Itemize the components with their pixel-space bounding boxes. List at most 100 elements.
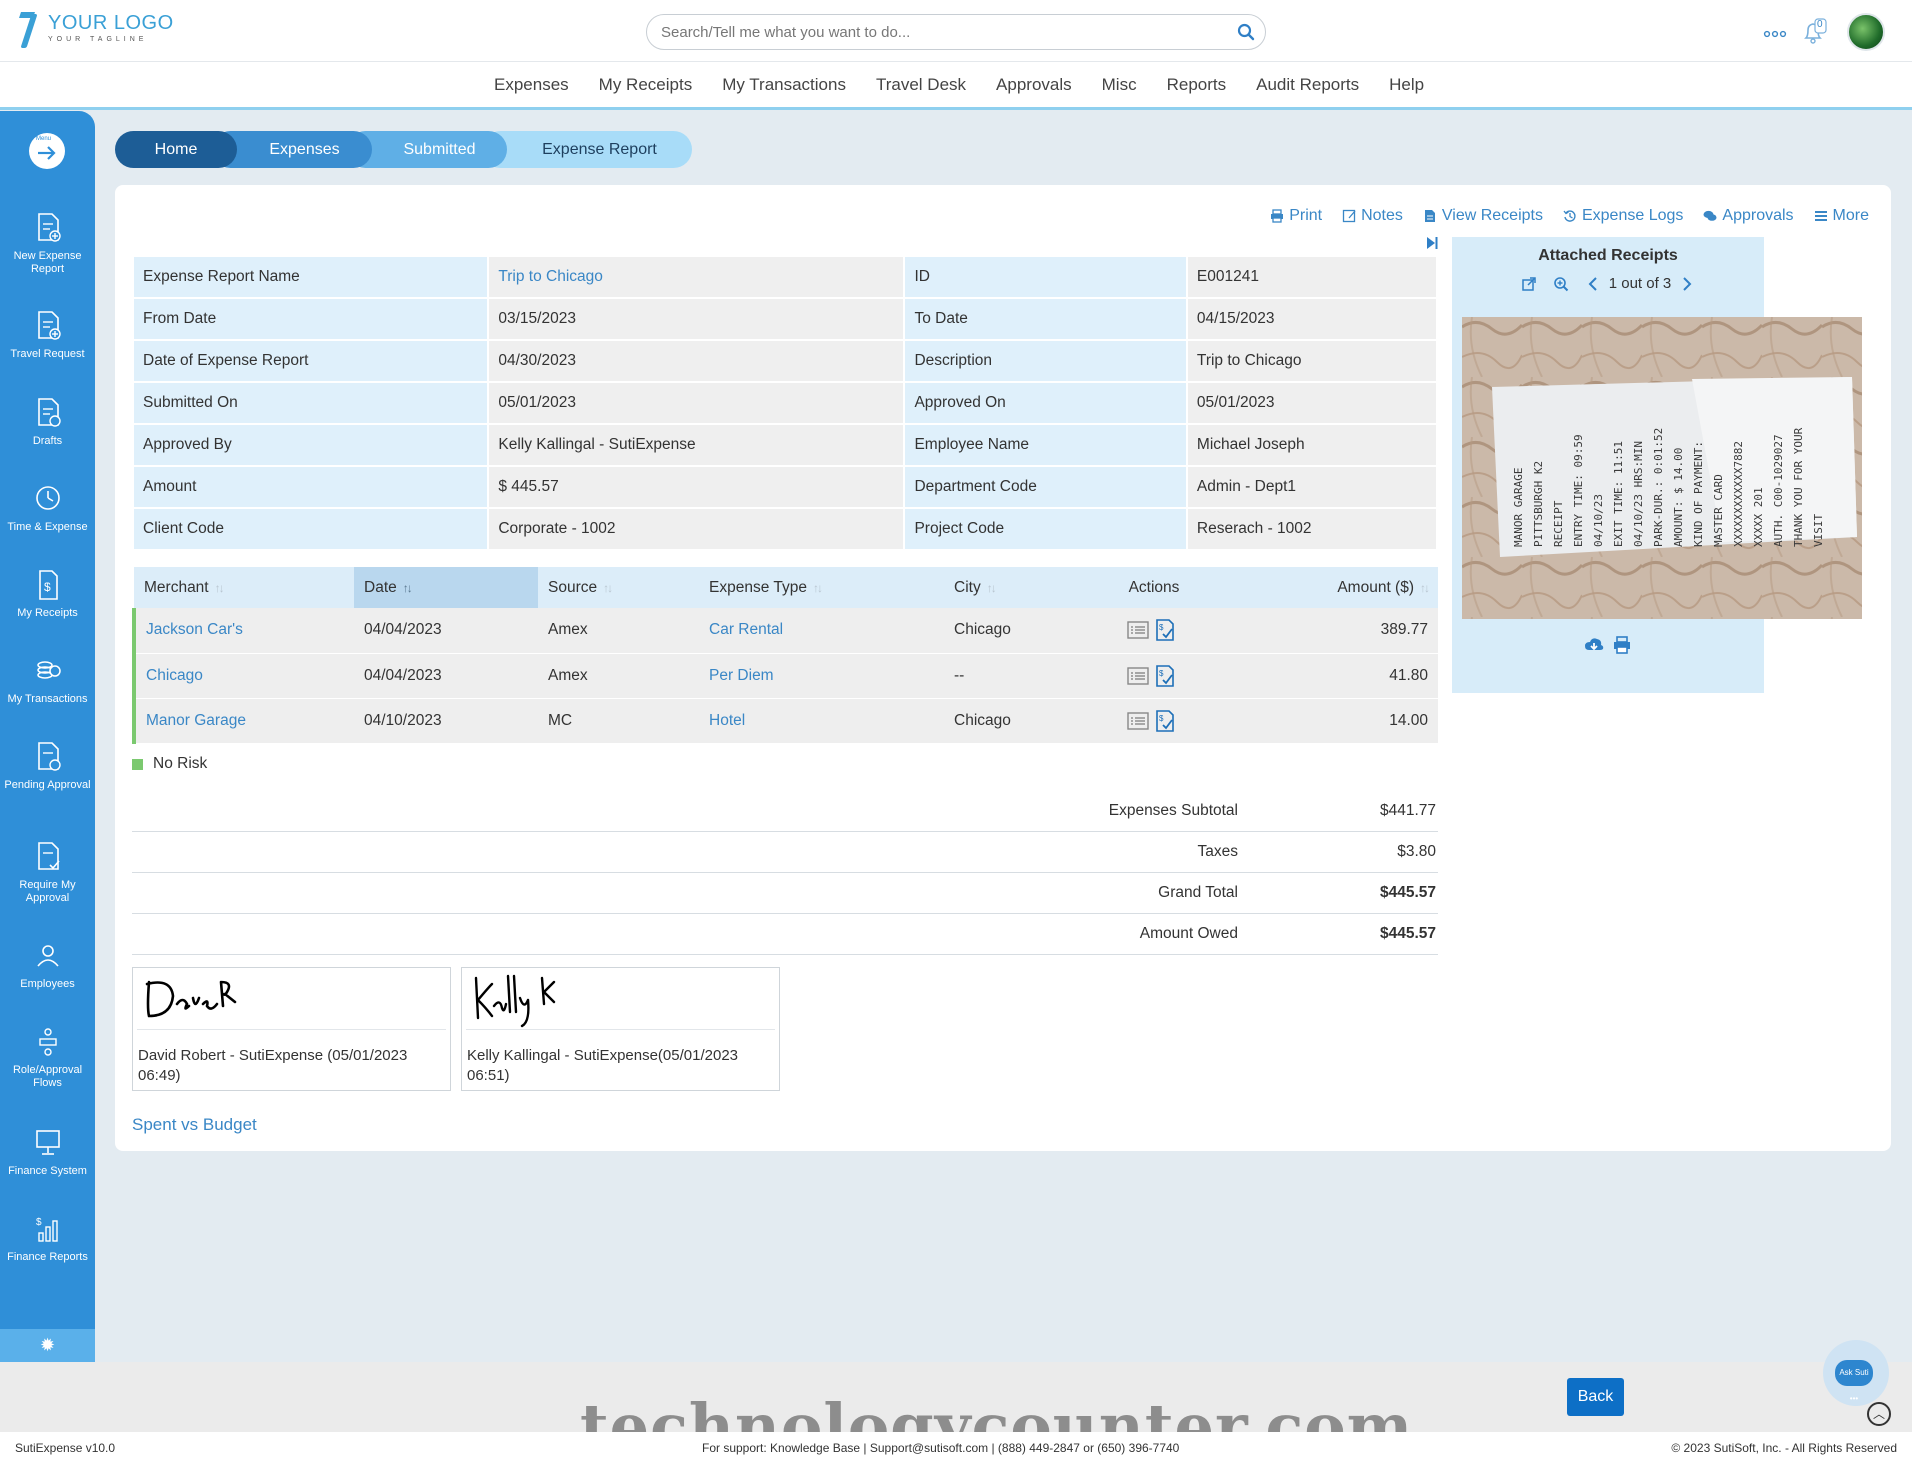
approvals-label: Approvals	[1722, 207, 1794, 224]
detail-label: Amount	[134, 467, 488, 507]
sidebar-item-my-receipts[interactable]: $ My Receipts	[0, 569, 95, 620]
view-receipts-button[interactable]: View Receipts	[1423, 207, 1543, 225]
collapse-panel-icon[interactable]	[1425, 235, 1439, 251]
notes-button[interactable]: Notes	[1342, 207, 1403, 225]
signature-caption: Kelly Kallingal - SutiExpense(05/01/2023…	[467, 1047, 739, 1084]
sidebar-item-employees[interactable]: Employees	[0, 940, 95, 991]
sidebar-item-role-approval-flows[interactable]: Role/Approval Flows	[0, 1026, 95, 1090]
merchant-link[interactable]: Jackson Car's	[132, 608, 354, 654]
col-date[interactable]: Date ↑↓	[354, 567, 538, 608]
receipt-text-line: VISIT	[1812, 514, 1825, 547]
expense-type-link[interactable]: Hotel	[699, 698, 944, 744]
col-expense-type[interactable]: Expense Type ↑↓	[699, 567, 944, 608]
merchant-link[interactable]: Manor Garage	[132, 698, 354, 744]
expense-type-link-text[interactable]: Per Diem	[709, 667, 774, 684]
receipt-check-icon[interactable]: $	[1154, 664, 1176, 687]
sort-icon[interactable]: ↑↓	[603, 581, 613, 595]
merchant-link-text[interactable]: Manor Garage	[146, 712, 246, 729]
city-cell: Chicago	[944, 698, 1084, 744]
menu-help[interactable]: Help	[1389, 75, 1424, 95]
print-receipt-icon[interactable]	[1612, 635, 1632, 655]
arrow-right-icon	[38, 146, 56, 160]
actions-cell: $	[1084, 653, 1224, 699]
menu-expenses[interactable]: Expenses	[494, 75, 569, 95]
chevron-left-icon[interactable]	[1585, 276, 1601, 292]
approvals-button[interactable]: Approvals	[1703, 207, 1794, 225]
receipt-check-icon[interactable]: $	[1154, 709, 1176, 732]
chat-assistant-button[interactable]: Ask Suti •••	[1823, 1340, 1889, 1406]
more-options-icon[interactable]	[1763, 22, 1787, 42]
details-row: Expense Report Name Trip to Chicago ID E001…	[134, 257, 1436, 297]
sidebar-item-new-expense-report[interactable]: New Expense Report	[0, 212, 95, 276]
sidebar-item-require-my-approval[interactable]: Require My Approval	[0, 841, 95, 905]
detail-value: 05/01/2023	[1187, 383, 1436, 423]
merchant-link[interactable]: Chicago	[132, 653, 354, 699]
menu-misc[interactable]: Misc	[1102, 75, 1137, 95]
sort-icon[interactable]: ↑↓	[987, 581, 997, 595]
sidebar-item-my-transactions[interactable]: My Transactions	[0, 655, 95, 706]
menu-my-receipts[interactable]: My Receipts	[599, 75, 693, 95]
print-button[interactable]: Print	[1270, 207, 1322, 225]
zoom-in-icon[interactable]	[1553, 276, 1569, 292]
expense-logs-button[interactable]: Expense Logs	[1563, 207, 1683, 225]
menu-travel-desk[interactable]: Travel Desk	[876, 75, 966, 95]
notification-bell-icon[interactable]: 0	[1802, 18, 1828, 46]
menu-reports[interactable]: Reports	[1167, 75, 1227, 95]
travel-request-icon	[37, 311, 61, 340]
risk-color-swatch	[132, 758, 143, 770]
download-cloud-icon[interactable]	[1584, 635, 1604, 655]
sort-icon[interactable]: ↑↓	[215, 581, 225, 595]
menu-my-transactions[interactable]: My Transactions	[722, 75, 846, 95]
spent-vs-budget-link[interactable]: Spent vs Budget	[132, 1115, 257, 1135]
list-details-icon[interactable]	[1127, 619, 1149, 641]
detail-value: Trip to Chicago	[1187, 341, 1436, 381]
employees-icon	[36, 945, 59, 967]
list-details-icon[interactable]	[1127, 710, 1149, 732]
amount-cell-text: 14.00	[1389, 711, 1428, 729]
col-merchant[interactable]: Merchant ↑↓	[134, 567, 354, 608]
sidebar-item-finance-reports[interactable]: $ Finance Reports	[0, 1213, 95, 1264]
detail-value[interactable]: Trip to Chicago	[489, 257, 904, 297]
detail-label: Employee Name	[905, 425, 1186, 465]
sidebar-item-drafts[interactable]: Drafts	[0, 397, 95, 448]
svg-text:$: $	[44, 580, 51, 594]
sidebar-item-pending-approval[interactable]: Pending Approval	[0, 741, 95, 792]
expense-type-link-text[interactable]: Hotel	[709, 712, 745, 729]
sidebar-item-finance-system[interactable]: Finance System	[0, 1127, 95, 1178]
sidebar-item-time-expense[interactable]: Time & Expense	[0, 483, 95, 534]
logo[interactable]: YOUR LOGO YOUR TAGLINE	[18, 12, 174, 52]
sort-icon[interactable]: ↑↓	[403, 581, 413, 595]
merchant-link-text[interactable]: Chicago	[146, 667, 203, 684]
svg-text:$: $	[1159, 623, 1164, 632]
sort-icon[interactable]: ↑↓	[1420, 581, 1430, 595]
merchant-link-text[interactable]: Jackson Car's	[146, 621, 243, 638]
more-button[interactable]: More	[1814, 207, 1869, 225]
avatar[interactable]	[1847, 13, 1885, 51]
sort-icon[interactable]: ↑↓	[813, 581, 823, 595]
chevron-right-icon[interactable]	[1679, 276, 1695, 292]
breadcrumb-home[interactable]: Home	[115, 131, 237, 168]
detail-label: Description	[905, 341, 1186, 381]
settings-gear-icon[interactable]: ✹	[0, 1329, 95, 1362]
expense-type-link-text[interactable]: Car Rental	[709, 621, 783, 638]
search-input[interactable]	[661, 15, 1221, 49]
sidebar-item-travel-request[interactable]: Travel Request	[0, 310, 95, 361]
back-button[interactable]: Back	[1567, 1378, 1624, 1416]
detail-label: Approved By	[134, 425, 488, 465]
open-external-icon[interactable]	[1521, 276, 1537, 292]
view-receipts-label: View Receipts	[1441, 207, 1543, 224]
col-city[interactable]: City ↑↓	[944, 567, 1084, 608]
scroll-to-top-icon[interactable]: ︿	[1867, 1402, 1891, 1426]
expense-type-link[interactable]: Car Rental	[699, 608, 944, 654]
col-source[interactable]: Source ↑↓	[538, 567, 699, 608]
col-amount[interactable]: Amount ($) ↑↓	[1224, 567, 1438, 608]
support-info[interactable]: For support: Knowledge Base | Support@su…	[702, 1441, 1179, 1455]
expense-type-link[interactable]: Per Diem	[699, 653, 944, 699]
menu-toggle-button[interactable]: Menu	[29, 133, 65, 169]
menu-audit-reports[interactable]: Audit Reports	[1256, 75, 1359, 95]
menu-approvals[interactable]: Approvals	[996, 75, 1072, 95]
receipt-check-icon[interactable]: $	[1154, 619, 1176, 642]
search-icon[interactable]	[1237, 23, 1255, 41]
list-details-icon[interactable]	[1127, 665, 1149, 687]
receipt-image[interactable]: MANOR GARAGE PITTSBURGH K2 RECEIPT ENTRY TI…	[1462, 317, 1862, 619]
